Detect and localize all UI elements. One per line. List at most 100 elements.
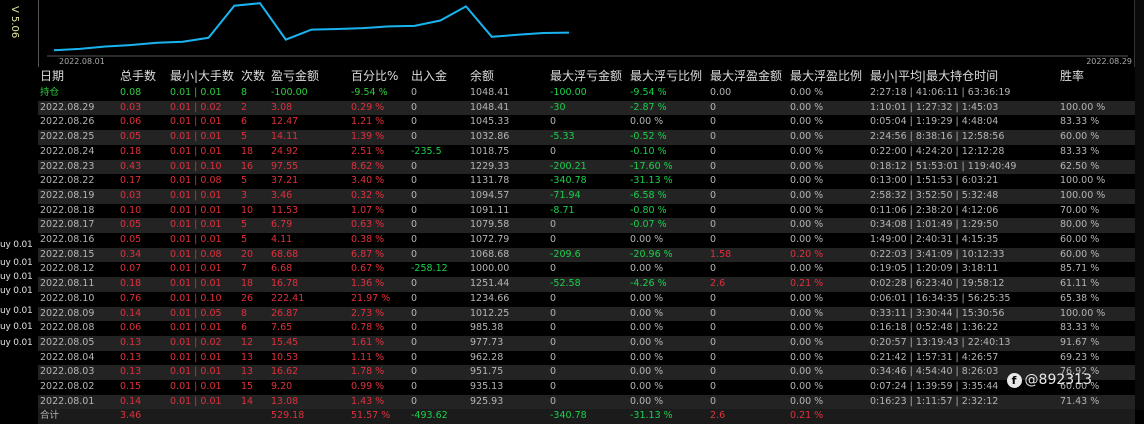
table-row[interactable]: 2022.08.08 0.06 0.01 | 0.01 6 7.65 0.78 % 0 985…	[38, 321, 1135, 336]
minmax-lots-cell: 0.01 | 0.01	[170, 116, 222, 128]
max-float-loss-cell: 0	[550, 336, 557, 348]
pnl-cell: 37.21	[271, 175, 299, 187]
minmax-lots-cell: 0.01 | 0.01	[170, 131, 222, 143]
total-max-float-loss: -340.78	[550, 410, 587, 422]
pct-cell: 1.78 %	[351, 366, 385, 378]
max-float-loss-cell: -71.94	[550, 189, 581, 201]
table-row[interactable]: 2022.08.01 0.14 0.01 | 0.01 14 13.08 1.43 % 0 9…	[38, 394, 1135, 410]
pct-cell: 1.07 %	[351, 204, 385, 216]
lots-cell: 0.06	[120, 322, 142, 334]
flow-cell: -235.5	[411, 145, 442, 157]
table-row[interactable]: 2022.08.17 0.05 0.01 | 0.01 5 6.79 0.63 % 0 107…	[38, 218, 1135, 233]
count-cell: 7	[241, 263, 248, 275]
max-float-profit-cell: 0	[710, 395, 717, 407]
pct-cell: 2.73 %	[351, 307, 385, 319]
table-row[interactable]: 2022.08.11 0.18 0.01 | 0.01 18 16.78 1.36 % 0 1…	[38, 277, 1135, 292]
minmax-lots-cell: 0.01 | 0.01	[170, 395, 222, 407]
column-header[interactable]: 胜率	[1060, 67, 1084, 85]
lots-cell: 0.34	[120, 248, 142, 260]
table-row[interactable]: 2022.08.29 0.03 0.01 | 0.02 2 3.08 0.29 % 0 104…	[38, 100, 1135, 116]
flow-cell: 0	[411, 234, 418, 245]
date-cell: 2022.08.15	[40, 248, 95, 260]
side-order-label: uy 0.01	[0, 240, 33, 250]
max-float-loss-cell: -30	[550, 101, 566, 113]
win-rate-cell: 65.38 %	[1060, 292, 1100, 304]
table-row[interactable]: 2022.08.25 0.05 0.01 | 0.01 5 14.11 1.39 % 0 10…	[38, 130, 1135, 145]
max-float-loss-pct-cell: -0.10 %	[630, 145, 667, 157]
holding-max-float-profit: 0.00	[710, 87, 732, 98]
column-header[interactable]: 最大浮亏比例	[630, 67, 702, 85]
max-float-loss-pct-cell: -17.60 %	[630, 160, 673, 172]
count-cell: 3	[241, 189, 248, 201]
max-float-profit-pct-cell: 0.00 %	[790, 351, 824, 363]
column-header[interactable]: 百分比%	[351, 67, 398, 85]
holding-pnl: -100.00	[271, 87, 308, 98]
table-row[interactable]: 2022.08.19 0.03 0.01 | 0.01 3 3.46 0.32 % 0 109…	[38, 188, 1135, 204]
max-float-profit-cell: 0	[710, 204, 717, 216]
max-float-profit-cell: 0	[710, 175, 717, 187]
flow-cell: 0	[411, 336, 418, 348]
balance-cell: 925.93	[470, 395, 504, 407]
table-row[interactable]: 2022.08.09 0.14 0.01 | 0.05 8 26.87 2.73 % 0 10…	[38, 306, 1135, 322]
lots-cell: 0.06	[120, 116, 142, 128]
column-header[interactable]: 最小|平均|最大持仓时间	[870, 67, 998, 85]
pct-cell: 0.78 %	[351, 322, 385, 334]
side-order-label: uy 0.01	[0, 272, 33, 282]
total-row[interactable]: 合计 3.46 529.18 51.57 % -493.62 -340.78 -31.13 …	[38, 409, 1135, 424]
win-rate-cell: 100.00 %	[1060, 175, 1106, 187]
win-rate-cell: 60.00 %	[1060, 131, 1100, 143]
table-row[interactable]: 2022.08.03 0.13 0.01 | 0.01 13 16.62 1.78 % 0 9…	[38, 365, 1135, 380]
column-header[interactable]: 最小|大手数	[170, 67, 234, 85]
table-row[interactable]: 2022.08.05 0.13 0.01 | 0.02 12 15.45 1.61 % 0 9…	[38, 335, 1135, 351]
table-row[interactable]: 2022.08.10 0.76 0.01 | 0.10 26 222.41 21.97 %…	[38, 291, 1135, 307]
pct-cell: 0.32 %	[351, 189, 385, 201]
pct-cell: 6.87 %	[351, 248, 385, 260]
count-cell: 10	[241, 204, 254, 216]
column-header[interactable]: 出入金	[411, 67, 447, 85]
minmax-lots-cell: 0.01 | 0.01	[170, 278, 222, 290]
table-row[interactable]: 2022.08.15 0.34 0.01 | 0.08 20 68.68 6.87 % 0 1…	[38, 247, 1135, 263]
count-cell: 5	[241, 234, 248, 245]
minmax-lots-cell: 0.01 | 0.02	[170, 101, 222, 113]
pct-cell: 3.40 %	[351, 175, 385, 187]
column-header[interactable]: 余额	[470, 67, 494, 85]
date-cell: 2022.08.04	[40, 351, 95, 363]
table-row[interactable]: 2022.08.22 0.17 0.01 | 0.08 5 37.21 3.40 % 0 11…	[38, 174, 1135, 189]
column-header[interactable]: 次数	[241, 67, 265, 85]
lots-cell: 0.13	[120, 366, 142, 378]
column-header[interactable]: 最大浮亏金额	[550, 67, 622, 85]
win-rate-cell: 69.23 %	[1060, 351, 1100, 363]
column-header[interactable]: 最大浮盈比例	[790, 67, 862, 85]
date-cell: 2022.08.03	[40, 366, 95, 378]
table-row[interactable]: 2022.08.12 0.07 0.01 | 0.01 7 6.68 0.67 % -258…	[38, 262, 1135, 278]
table-row[interactable]: 2022.08.16 0.05 0.01 | 0.01 5 4.11 0.38 % 0 107…	[38, 233, 1135, 248]
table-row[interactable]: 2022.08.04 0.13 0.01 | 0.01 13 10.53 1.11 % 0 9…	[38, 350, 1135, 366]
column-header[interactable]: 最大浮盈金额	[710, 67, 782, 85]
total-flow: -493.62	[411, 410, 448, 422]
minmax-lots-cell: 0.01 | 0.01	[170, 234, 222, 245]
date-cell: 2022.08.29	[40, 101, 95, 113]
column-header[interactable]: 总手数	[120, 67, 156, 85]
table-row[interactable]: 2022.08.26 0.06 0.01 | 0.01 6 12.47 1.21 % 0 10…	[38, 115, 1135, 131]
lots-cell: 0.05	[120, 234, 142, 245]
max-float-loss-cell: -340.78	[550, 175, 587, 187]
pct-cell: 1.43 %	[351, 395, 385, 407]
max-float-profit-cell: 0	[710, 189, 717, 201]
table-row[interactable]: 2022.08.18 0.10 0.01 | 0.01 10 11.53 1.07 % 0 1…	[38, 203, 1135, 219]
max-float-loss-cell: 0	[550, 234, 557, 245]
max-float-loss-pct-cell: -31.13 %	[630, 175, 673, 187]
column-header[interactable]: 盈亏金额	[271, 67, 319, 85]
balance-cell: 1091.11	[470, 204, 510, 216]
pnl-cell: 9.20	[271, 381, 293, 392]
count-cell: 14	[241, 395, 254, 407]
win-rate-cell: 83.33 %	[1060, 116, 1100, 128]
pct-cell: 0.29 %	[351, 101, 385, 113]
flow-cell: 0	[411, 307, 418, 319]
max-float-profit-cell: 0	[710, 336, 717, 348]
table-row[interactable]: 2022.08.02 0.15 0.01 | 0.01 15 9.20 0.99 % 0 93…	[38, 380, 1135, 395]
table-row[interactable]: 2022.08.23 0.43 0.01 | 0.10 16 97.55 8.62 % 0 1…	[38, 159, 1135, 175]
max-float-profit-pct-cell: 0.00 %	[790, 395, 824, 407]
column-header[interactable]: 日期	[40, 67, 64, 85]
table-row[interactable]: 2022.08.24 0.18 0.01 | 0.01 18 24.92 2.51 % -2…	[38, 144, 1135, 160]
holding-row[interactable]: 持仓 0.08 0.01 | 0.01 8 -100.00 -9.54 % 0 1048.41…	[38, 86, 1135, 101]
